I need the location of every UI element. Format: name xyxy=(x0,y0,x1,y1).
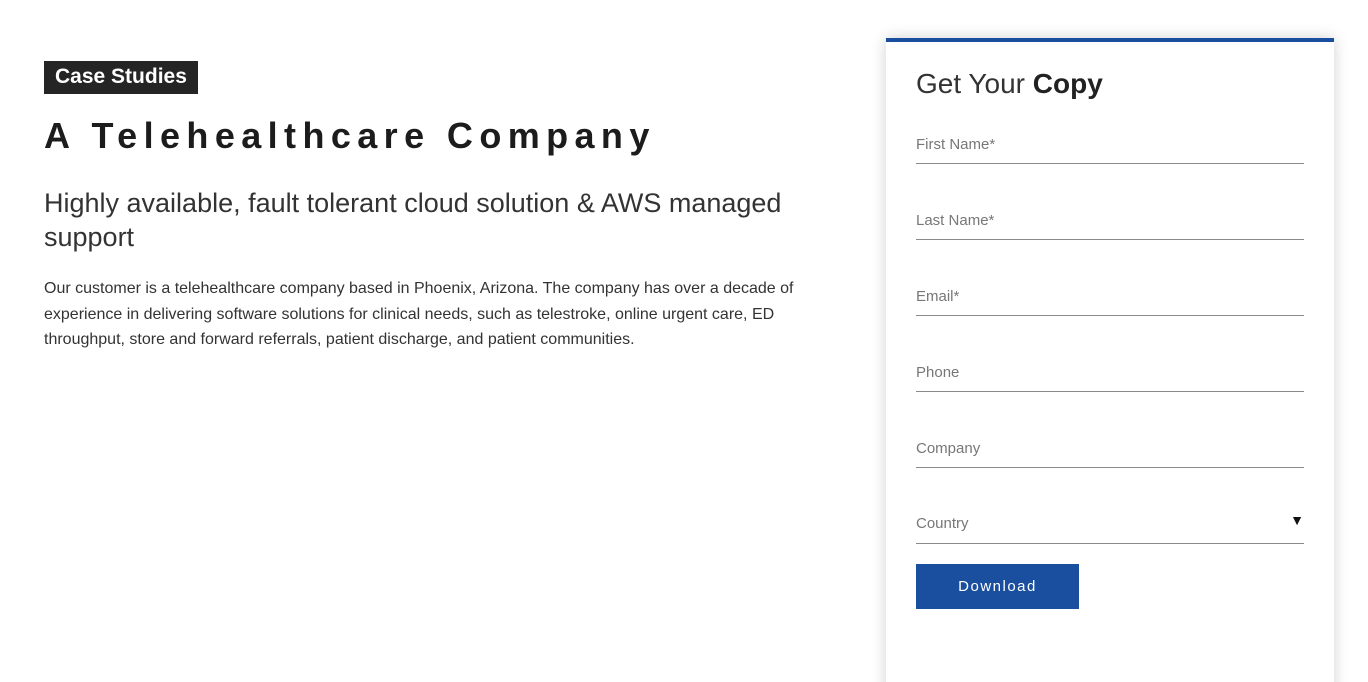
country-select-value: Country xyxy=(916,515,969,532)
country-select[interactable]: Country ▼ xyxy=(916,506,1304,544)
page: Case Studies A Telehealthcare Company Hi… xyxy=(0,0,1368,682)
download-form-card: Get Your Copy Country ▼ Download xyxy=(886,38,1334,682)
form-title-prefix: Get Your xyxy=(916,68,1033,99)
page-subtitle: Highly available, fault tolerant cloud s… xyxy=(44,188,782,252)
company-input[interactable] xyxy=(916,430,1304,466)
last-name-input[interactable] xyxy=(916,202,1304,238)
phone-input[interactable] xyxy=(916,354,1304,390)
download-button[interactable]: Download xyxy=(916,564,1079,609)
phone-field-wrapper xyxy=(916,354,1304,392)
first-name-field-wrapper xyxy=(916,126,1304,164)
form-title: Get Your Copy xyxy=(916,66,1103,102)
page-title: A Telehealthcare Company xyxy=(44,115,656,156)
case-study-content: Case Studies A Telehealthcare Company Hi… xyxy=(44,61,834,353)
email-field-wrapper xyxy=(916,278,1304,316)
last-name-field-wrapper xyxy=(916,202,1304,240)
email-input[interactable] xyxy=(916,278,1304,314)
caret-down-icon: ▼ xyxy=(1290,512,1304,528)
category-tag: Case Studies xyxy=(44,61,198,94)
company-field-wrapper xyxy=(916,430,1304,468)
case-study-description: Our customer is a telehealthcare company… xyxy=(44,280,794,348)
first-name-input[interactable] xyxy=(916,126,1304,162)
form-title-bold: Copy xyxy=(1032,68,1103,99)
